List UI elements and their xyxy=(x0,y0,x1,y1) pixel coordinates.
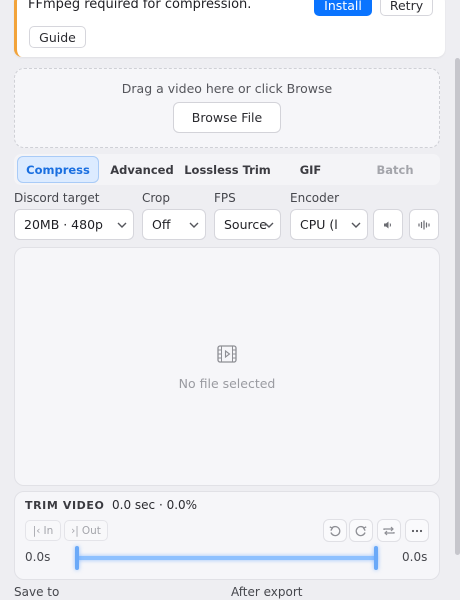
chevron-down-icon xyxy=(117,222,127,228)
encoder-select[interactable]: CPU (l xyxy=(290,209,368,240)
video-file-icon xyxy=(217,345,237,363)
set-in-label: In xyxy=(43,524,54,537)
browse-file-button[interactable]: Browse File xyxy=(173,102,281,133)
trim-range-track[interactable] xyxy=(77,556,377,560)
chevron-down-icon xyxy=(189,222,199,228)
set-out-label: Out xyxy=(81,524,101,537)
audio-button[interactable] xyxy=(373,209,403,240)
redo-icon xyxy=(355,525,367,536)
redo-button[interactable] xyxy=(349,519,373,542)
more-icon xyxy=(411,529,423,532)
drop-zone-hint: Drag a video here or click Browse xyxy=(121,81,333,96)
waveform-button[interactable] xyxy=(409,209,439,240)
tab-advanced[interactable]: Advanced xyxy=(105,156,179,183)
bracket-left-icon: |‹ xyxy=(32,524,41,537)
tab-compress[interactable]: Compress xyxy=(17,156,99,183)
trim-end-time: 0.0s xyxy=(402,550,428,564)
scrollbar[interactable] xyxy=(455,58,460,555)
discord-target-value: 20MB · 480p xyxy=(24,217,103,232)
crop-select[interactable]: Off xyxy=(142,209,206,240)
waveform-icon xyxy=(418,219,430,230)
tab-gif[interactable]: GIF xyxy=(283,156,338,183)
banner-message: FFmpeg required for compression. xyxy=(28,0,252,12)
set-out-button[interactable]: ›| Out xyxy=(64,520,108,541)
video-preview-area xyxy=(14,247,440,486)
chevron-down-icon xyxy=(351,222,361,228)
retry-button[interactable]: Retry xyxy=(380,0,433,16)
undo-button[interactable] xyxy=(323,519,347,542)
fps-select[interactable]: Source xyxy=(214,209,281,240)
encoder-value: CPU (l xyxy=(300,217,338,232)
speaker-icon xyxy=(384,221,391,228)
crop-value: Off xyxy=(152,217,171,232)
fps-value: Source xyxy=(224,217,267,232)
trim-start-handle[interactable] xyxy=(75,546,79,570)
chevron-down-icon xyxy=(264,222,274,228)
after-export-label: After export xyxy=(231,585,303,599)
tab-lossless-trim[interactable]: Lossless Trim xyxy=(182,156,273,183)
undo-icon xyxy=(329,525,341,536)
trim-title: TRIM VIDEO xyxy=(25,499,105,512)
loop-icon xyxy=(383,526,395,535)
bracket-right-icon: ›| xyxy=(71,524,79,537)
crop-label: Crop xyxy=(142,191,171,205)
trim-duration-info: 0.0 sec · 0.0% xyxy=(112,498,198,512)
loop-button[interactable] xyxy=(377,519,401,542)
install-button[interactable]: Install xyxy=(314,0,372,16)
save-to-label: Save to xyxy=(14,585,60,599)
encoder-label: Encoder xyxy=(290,191,340,205)
trim-start-time: 0.0s xyxy=(25,550,51,564)
tab-batch: Batch xyxy=(376,162,414,177)
no-file-text: No file selected xyxy=(178,376,276,391)
more-options-button[interactable] xyxy=(405,519,429,542)
discord-target-select[interactable]: 20MB · 480p xyxy=(14,209,134,240)
fps-label: FPS xyxy=(214,191,236,205)
guide-button[interactable]: Guide xyxy=(29,26,86,48)
set-in-button[interactable]: |‹ In xyxy=(25,520,61,541)
trim-end-handle[interactable] xyxy=(374,546,378,570)
discord-target-label: Discord target xyxy=(14,191,100,205)
